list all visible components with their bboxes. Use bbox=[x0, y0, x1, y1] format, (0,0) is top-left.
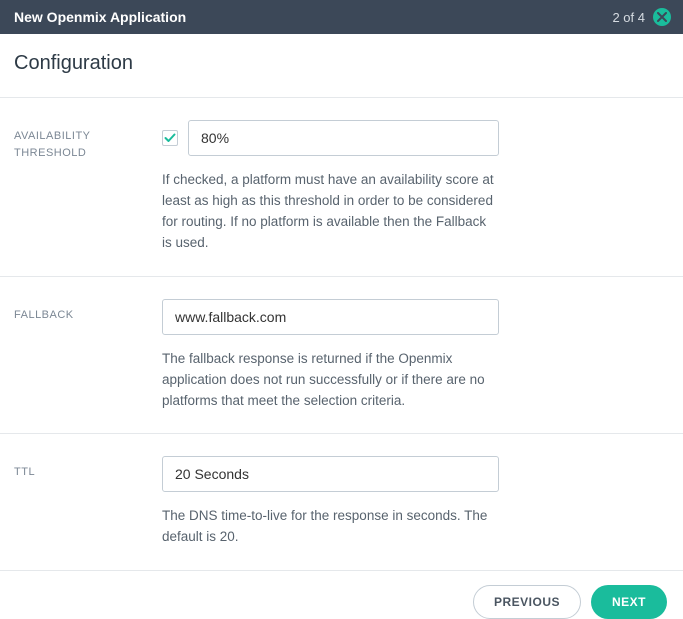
step-indicator: 2 of 4 bbox=[612, 10, 645, 25]
checkmark-icon bbox=[164, 132, 176, 144]
ttl-row: TTL The DNS time-to-live for the respons… bbox=[0, 434, 683, 571]
fallback-help: The fallback response is returned if the… bbox=[162, 349, 499, 412]
availability-row: AVAILABILITY THRESHOLD If checked, a pla… bbox=[0, 98, 683, 277]
close-button[interactable] bbox=[653, 8, 671, 26]
close-icon bbox=[657, 12, 667, 22]
modal-title: New Openmix Application bbox=[14, 9, 186, 25]
fallback-label: FALLBACK bbox=[14, 299, 162, 412]
ttl-help: The DNS time-to-live for the response in… bbox=[162, 506, 499, 548]
availability-checkbox[interactable] bbox=[162, 130, 178, 146]
footer: PREVIOUS NEXT bbox=[0, 571, 683, 619]
modal-header: New Openmix Application 2 of 4 bbox=[0, 0, 683, 34]
fallback-input[interactable] bbox=[162, 299, 499, 335]
section-title: Configuration bbox=[0, 34, 683, 98]
fallback-row: FALLBACK The fallback response is return… bbox=[0, 277, 683, 435]
header-right: 2 of 4 bbox=[612, 8, 671, 26]
next-button[interactable]: NEXT bbox=[591, 585, 667, 619]
ttl-label: TTL bbox=[14, 456, 162, 548]
availability-label: AVAILABILITY THRESHOLD bbox=[14, 120, 162, 254]
ttl-input[interactable] bbox=[162, 456, 499, 492]
availability-input[interactable] bbox=[188, 120, 499, 156]
availability-help: If checked, a platform must have an avai… bbox=[162, 170, 499, 254]
previous-button[interactable]: PREVIOUS bbox=[473, 585, 581, 619]
